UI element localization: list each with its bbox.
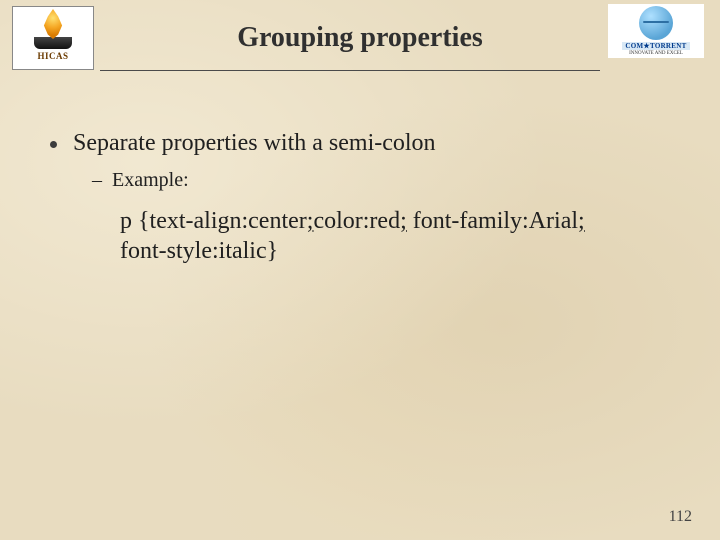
bullet-1-text: Separate properties with a semi-colon xyxy=(73,130,436,157)
semicolon-3: ; xyxy=(578,208,585,234)
bullet-dot-icon xyxy=(50,141,57,148)
code-part-1: p {text-align:center xyxy=(120,208,307,234)
page-number: 112 xyxy=(669,508,692,526)
code-part-3: font-family:Arial xyxy=(407,208,578,234)
title-underline xyxy=(100,70,600,71)
bullet-level-1: Separate properties with a semi-colon xyxy=(50,130,670,157)
slide-body: Separate properties with a semi-colon – … xyxy=(50,130,670,266)
code-example: p {text-align:center;color:red; font-fam… xyxy=(120,206,610,266)
slide-title: Grouping properties xyxy=(0,22,720,54)
code-part-4: font-style:italic} xyxy=(120,238,278,264)
bullet-dash-icon: – xyxy=(92,169,102,192)
semicolon-2: ; xyxy=(400,208,407,234)
bullet-level-2: – Example: xyxy=(92,169,670,192)
code-part-2: color:red xyxy=(313,208,400,234)
bullet-2-text: Example: xyxy=(112,169,189,192)
